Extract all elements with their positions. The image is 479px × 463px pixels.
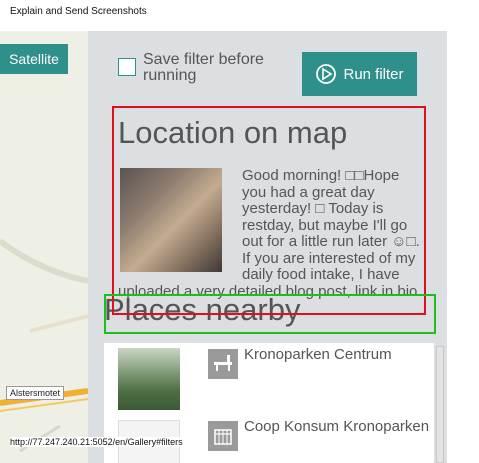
save-filter-checkbox[interactable] xyxy=(118,58,136,76)
run-filter-icon xyxy=(316,64,337,84)
place-name: Kronoparken Centrum xyxy=(244,346,392,363)
save-filter-label: Save filter before running xyxy=(143,51,264,84)
map-place-label: Alstersmotet xyxy=(6,386,65,400)
satellite-button[interactable]: Satellite xyxy=(0,44,68,74)
highlight-box-location xyxy=(112,106,426,315)
places-scrollbar[interactable] xyxy=(436,346,444,463)
highlight-box-places xyxy=(104,294,436,334)
run-filter-label: Run filter xyxy=(343,65,404,83)
run-filter-button[interactable]: Run filter xyxy=(302,52,417,96)
document-title: Explain and Send Screenshots xyxy=(10,6,147,17)
shop-icon xyxy=(208,421,238,451)
status-url: http://77.247.240.21:5052/en/Gallery#fil… xyxy=(10,437,183,447)
place-name: Coop Konsum Kronoparken xyxy=(244,418,430,435)
place-photo xyxy=(118,348,180,410)
place-item[interactable]: Kronoparken Centrum xyxy=(118,343,434,410)
bench-icon xyxy=(208,349,238,379)
